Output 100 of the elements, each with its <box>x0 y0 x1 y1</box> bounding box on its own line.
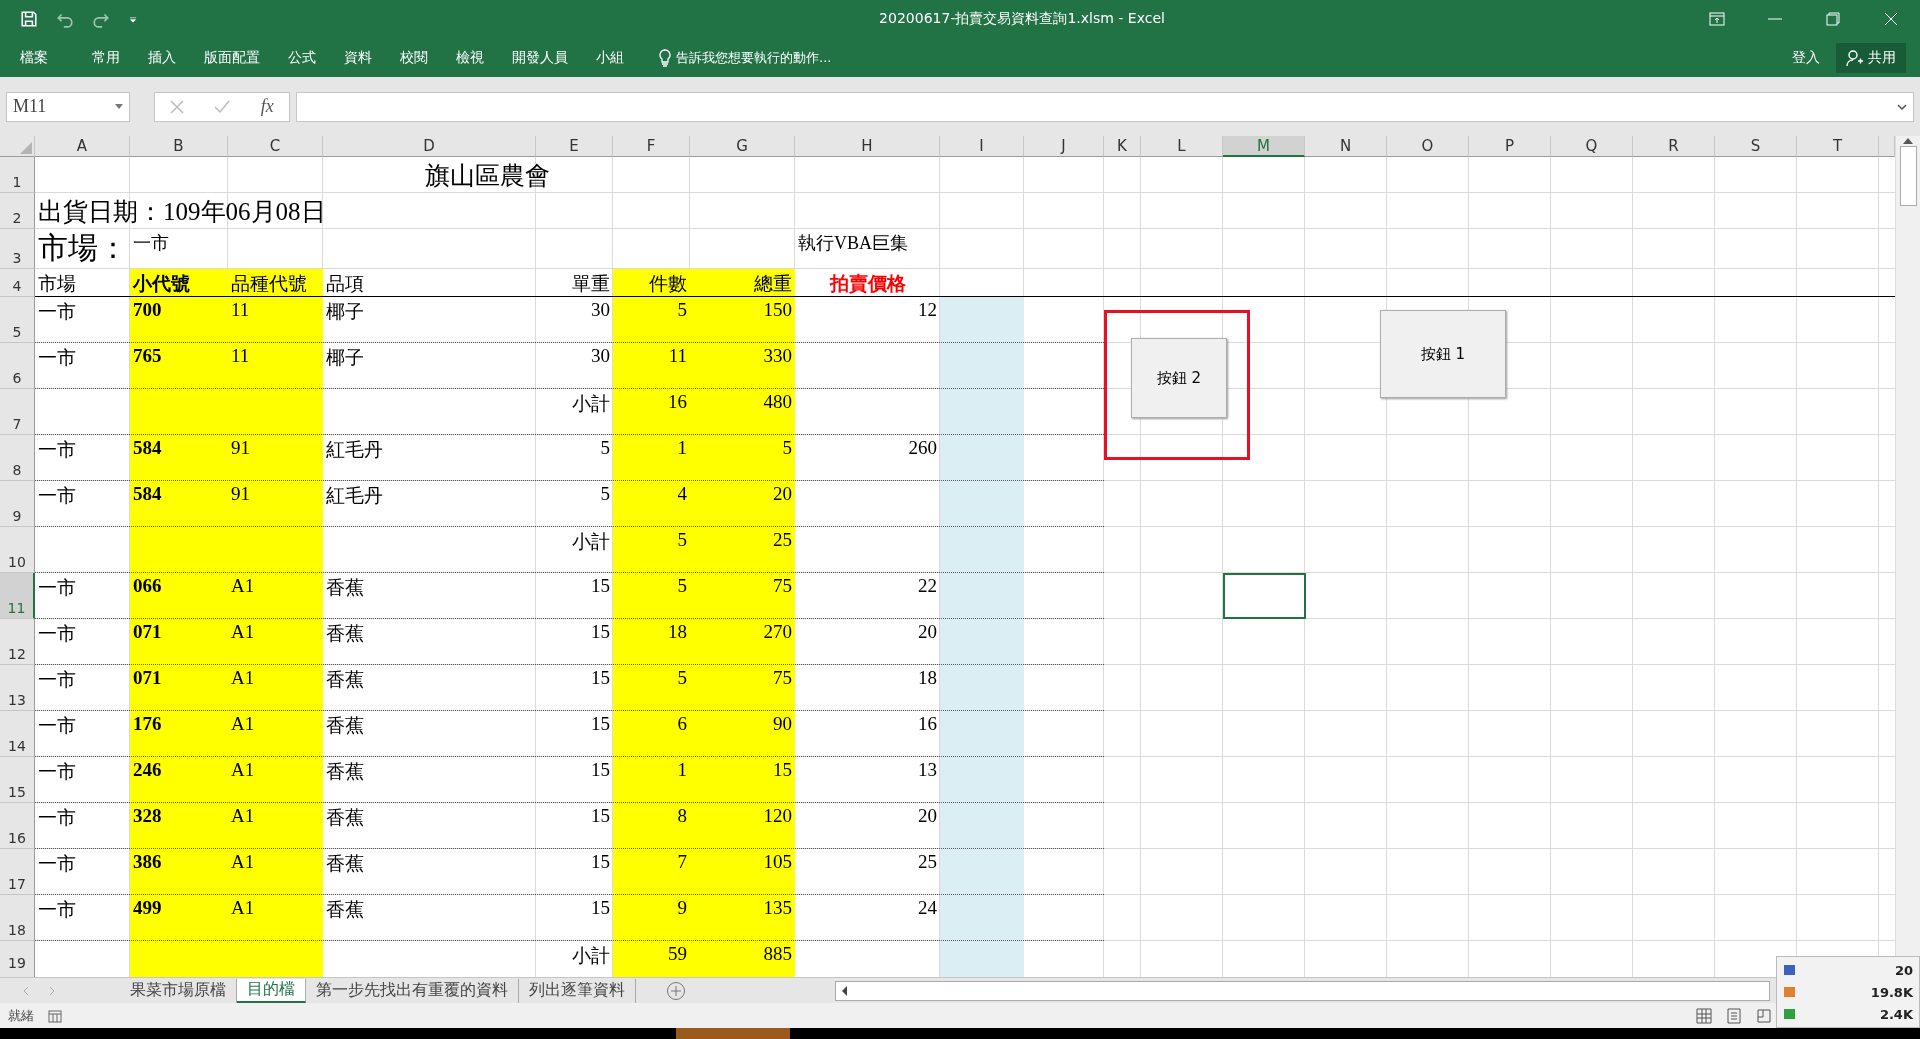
row-header[interactable]: 6 <box>0 343 35 389</box>
column-header[interactable]: I <box>940 136 1024 157</box>
table-cell-text: 20 <box>917 621 937 643</box>
normal-view-icon[interactable] <box>1696 1007 1712 1024</box>
row-header[interactable]: 13 <box>0 665 35 711</box>
square-icon <box>1783 1008 1797 1020</box>
row-header[interactable]: 12 <box>0 619 35 665</box>
column-header[interactable]: K <box>1104 136 1141 157</box>
table-cell-text: A1 <box>231 575 256 597</box>
macro-button[interactable]: 按鈕 2 <box>1131 338 1227 418</box>
table-cell-text: 071 <box>133 667 163 689</box>
page-layout-icon[interactable] <box>1726 1007 1742 1024</box>
table-cell-text: 香蕉 <box>326 852 365 876</box>
scroll-left-icon[interactable] <box>840 985 850 996</box>
row-header[interactable]: 16 <box>0 803 35 849</box>
table-cell-text: A1 <box>231 667 256 689</box>
sheet-tab[interactable]: 目的檔 <box>237 978 306 1003</box>
table-cell-text: 330 <box>762 345 792 367</box>
column-header[interactable]: L <box>1141 136 1223 157</box>
selected-cell[interactable] <box>1223 573 1306 619</box>
column-header[interactable]: T <box>1797 136 1879 157</box>
horizontal-scrollbar[interactable] <box>835 980 1770 1001</box>
column-header[interactable]: B <box>130 136 228 157</box>
table-cell-text: 11 <box>667 345 687 367</box>
table-cell-text: 香蕉 <box>326 668 365 692</box>
formula-bar[interactable] <box>296 91 1914 122</box>
macro-record-icon[interactable] <box>48 1008 62 1023</box>
row-header[interactable]: 17 <box>0 849 35 895</box>
column-header[interactable]: R <box>1633 136 1715 157</box>
column-header[interactable]: E <box>536 136 613 157</box>
column-header[interactable]: J <box>1024 136 1104 157</box>
ribbon-tab[interactable]: 小組 <box>596 48 624 67</box>
cancel-icon[interactable] <box>170 99 185 114</box>
row-header[interactable]: 14 <box>0 711 35 757</box>
row-header[interactable]: 10 <box>0 527 35 573</box>
ribbon-tab[interactable]: 常用 <box>92 48 120 67</box>
table-cell-text: 120 <box>762 805 792 827</box>
macro-button[interactable]: 按鈕 1 <box>1380 310 1506 398</box>
column-header[interactable]: F <box>613 136 690 157</box>
row-header[interactable]: 18 <box>0 895 35 941</box>
column-header[interactable]: Q <box>1551 136 1633 157</box>
table-cell-text: 一市 <box>38 898 77 922</box>
table-cell-text: 135 <box>762 897 792 919</box>
ribbon-tab[interactable]: 版面配置 <box>204 48 260 67</box>
table-cell-text: 15 <box>590 713 610 735</box>
add-sheet-icon[interactable] <box>666 980 686 1001</box>
ribbon-tab[interactable]: 資料 <box>344 48 372 67</box>
sign-in-link[interactable]: 登入 <box>1786 47 1826 68</box>
row-header[interactable]: 9 <box>0 481 35 527</box>
scroll-thumb[interactable] <box>1899 146 1917 206</box>
row-header[interactable]: 2 <box>0 193 35 229</box>
ribbon-tab[interactable]: 校閱 <box>400 48 428 67</box>
insert-function-button[interactable]: fx <box>260 96 274 117</box>
page-break-icon[interactable] <box>1756 1007 1772 1024</box>
column-header[interactable]: C <box>228 136 323 157</box>
row-header[interactable]: 5 <box>0 297 35 343</box>
row-header[interactable]: 15 <box>0 757 35 803</box>
table-cell-text: 5 <box>676 667 687 689</box>
column-header[interactable]: O <box>1387 136 1469 157</box>
column-header[interactable]: M <box>1223 136 1305 157</box>
column-header[interactable]: G <box>690 136 795 157</box>
ribbon-tab[interactable]: 檔案 <box>20 48 48 67</box>
row-header[interactable]: 19 <box>0 941 35 977</box>
corner-icon <box>20 142 32 154</box>
row-header[interactable]: 3 <box>0 229 35 269</box>
ribbon-tab[interactable]: 插入 <box>148 48 176 67</box>
column-header[interactable]: H <box>795 136 940 157</box>
table-cell-text: 20 <box>917 805 937 827</box>
table-cell-text: 一市 <box>38 622 77 646</box>
ribbon-tab[interactable]: 檢視 <box>456 48 484 67</box>
row-header[interactable]: 7 <box>0 389 35 435</box>
table-cell-text: 香蕉 <box>326 760 365 784</box>
column-header[interactable]: P <box>1469 136 1551 157</box>
save-icon[interactable] <box>20 10 38 28</box>
column-header[interactable]: A <box>35 136 130 157</box>
close-icon <box>1884 12 1898 26</box>
ribbon-tab[interactable]: 開發人員 <box>512 48 568 67</box>
row-header[interactable]: 4 <box>0 269 35 297</box>
table-cell-text: 一市 <box>38 438 77 462</box>
row-header[interactable]: 1 <box>0 157 35 193</box>
select-all-button[interactable] <box>0 136 35 157</box>
sheet-tab[interactable]: 列出逐筆資料 <box>519 978 636 1003</box>
column-header[interactable]: S <box>1715 136 1797 157</box>
share-button[interactable]: 共用 <box>1836 42 1906 73</box>
tell-me-search[interactable]: 告訴我您想要執行的動作... <box>652 47 838 68</box>
row-header[interactable]: 8 <box>0 435 35 481</box>
table-cell-text: 91 <box>231 483 251 505</box>
sheet-tab[interactable]: 第一步先找出有重覆的資料 <box>306 978 519 1003</box>
scroll-up-icon[interactable] <box>1903 138 1913 144</box>
column-header[interactable]: D <box>323 136 536 157</box>
check-icon[interactable] <box>214 99 231 114</box>
table-cell-text: 5 <box>781 437 792 459</box>
table-cell-text: 270 <box>762 621 792 643</box>
vertical-scrollbar[interactable] <box>1895 136 1920 956</box>
name-box[interactable]: M11 <box>6 91 130 122</box>
table-cell-text: 071 <box>133 621 163 643</box>
row-header[interactable]: 11 <box>0 573 35 619</box>
ribbon-tab[interactable]: 公式 <box>288 48 316 67</box>
column-header[interactable]: N <box>1305 136 1387 157</box>
sheet-title: 旗山區農會 <box>424 161 551 191</box>
